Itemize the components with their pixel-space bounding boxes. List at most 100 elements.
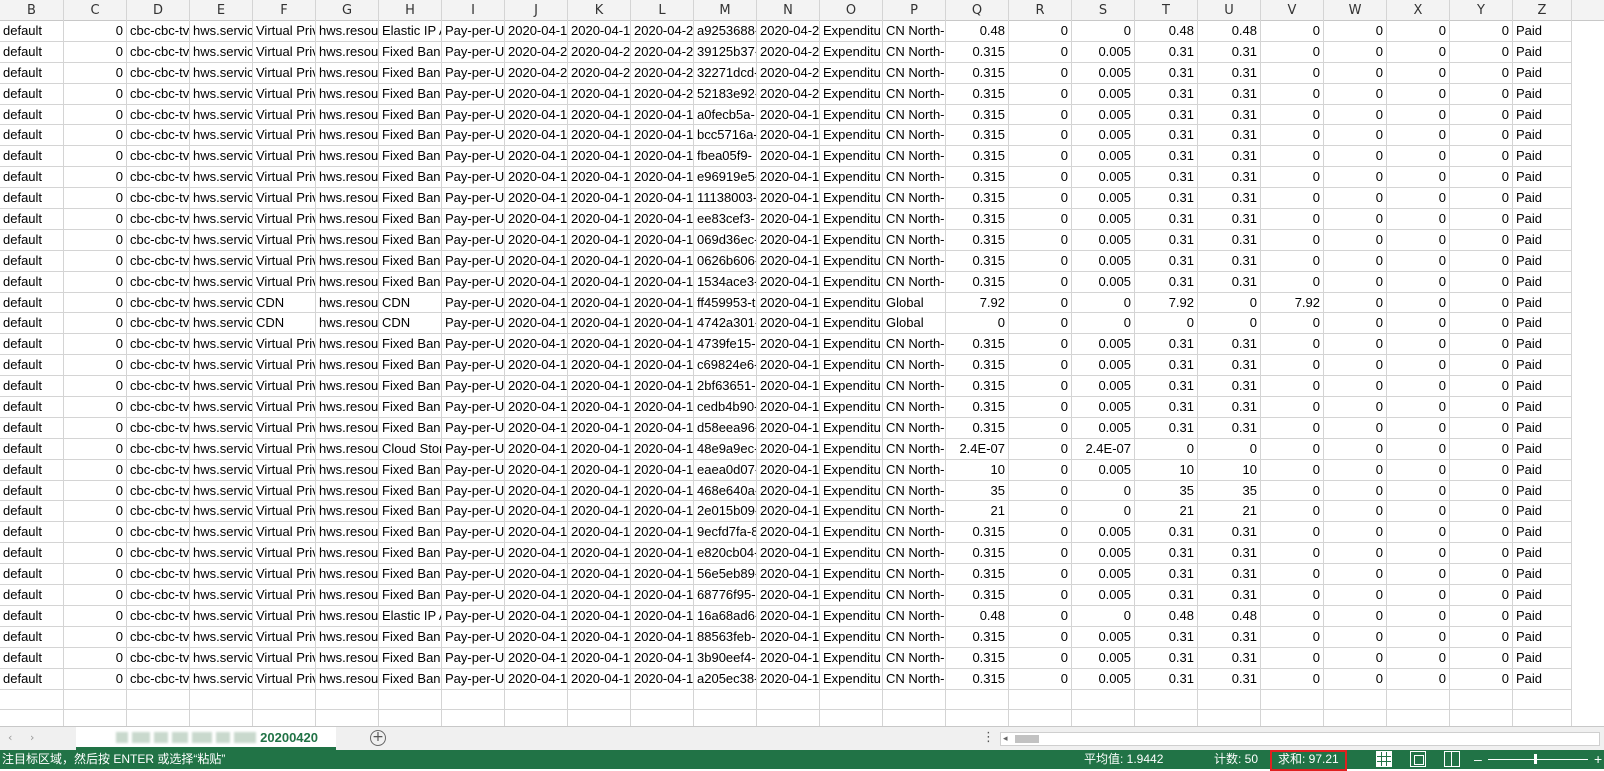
cell[interactable]: hws.servic: [190, 522, 253, 544]
cell[interactable]: [883, 689, 946, 711]
cell[interactable]: 2020-04-1!: [757, 522, 820, 544]
cell[interactable]: 0.31: [1198, 146, 1261, 168]
cell[interactable]: CDN: [379, 292, 442, 314]
cell[interactable]: 0: [1009, 313, 1072, 335]
cell[interactable]: 2020-04-1!: [631, 585, 694, 606]
cell[interactable]: 0.31: [1198, 334, 1261, 356]
cell[interactable]: [694, 689, 757, 711]
cell[interactable]: 0: [1261, 417, 1324, 439]
cell[interactable]: 0.31: [1135, 209, 1198, 230]
cell[interactable]: 7.92: [1261, 292, 1324, 314]
cell[interactable]: 069d36ec-: [694, 229, 757, 251]
cell[interactable]: 0: [1261, 438, 1324, 460]
cell[interactable]: Virtual Priv: [253, 626, 316, 648]
cell[interactable]: a0fecb5a-: [694, 104, 757, 126]
cell[interactable]: Pay-per-U: [442, 167, 505, 189]
cell[interactable]: [505, 689, 568, 711]
cell[interactable]: 0: [1324, 271, 1387, 293]
column-header-s[interactable]: S: [1072, 0, 1135, 21]
cell[interactable]: default: [0, 125, 64, 147]
cell[interactable]: e820cb04-: [694, 543, 757, 565]
cell[interactable]: [1135, 710, 1198, 726]
cell[interactable]: 0.31: [1198, 564, 1261, 586]
cell[interactable]: hws.resou: [316, 83, 379, 105]
cell[interactable]: 2020-04-1!: [631, 104, 694, 126]
cell[interactable]: 0: [1450, 355, 1513, 377]
cell[interactable]: 0: [1324, 209, 1387, 230]
cell[interactable]: 0.315: [946, 167, 1009, 189]
cell[interactable]: Virtual Priv: [253, 167, 316, 189]
cell[interactable]: 2020-04-1!: [505, 313, 568, 335]
cell[interactable]: cbc-cbc-tv: [127, 647, 190, 669]
cell[interactable]: Pay-per-U: [442, 271, 505, 293]
cell[interactable]: 0: [1009, 564, 1072, 586]
cell[interactable]: 2020-04-1!: [568, 647, 631, 669]
cell[interactable]: 0.005: [1072, 585, 1135, 606]
cell[interactable]: Paid: [1513, 668, 1572, 690]
cell[interactable]: 0: [1261, 21, 1324, 42]
cell[interactable]: 0.31: [1198, 271, 1261, 293]
column-header-n[interactable]: N: [757, 0, 820, 21]
cell[interactable]: 2020-04-1!: [757, 647, 820, 669]
cell[interactable]: hws.servic: [190, 334, 253, 356]
cell[interactable]: hws.servic: [190, 417, 253, 439]
cell[interactable]: 0.005: [1072, 355, 1135, 377]
cell[interactable]: 0: [1387, 104, 1450, 126]
cell[interactable]: Pay-per-U: [442, 188, 505, 210]
cell[interactable]: 0: [1261, 480, 1324, 502]
cell[interactable]: Virtual Priv: [253, 647, 316, 669]
cell[interactable]: CN North-: [883, 62, 946, 84]
cell[interactable]: 0: [1324, 355, 1387, 377]
cell[interactable]: 0.31: [1198, 585, 1261, 606]
cell[interactable]: 0: [1450, 501, 1513, 523]
cell[interactable]: [1072, 710, 1135, 726]
cell[interactable]: [253, 710, 316, 726]
cell[interactable]: Expenditu: [820, 668, 883, 690]
cell[interactable]: 0.31: [1198, 250, 1261, 272]
cell[interactable]: 0.315: [946, 585, 1009, 606]
cell[interactable]: 0: [1009, 647, 1072, 669]
cell[interactable]: 2020-04-1!: [757, 271, 820, 293]
cell[interactable]: 88563feb-: [694, 626, 757, 648]
cell[interactable]: 0: [64, 313, 127, 335]
cell[interactable]: 2020-04-1!: [505, 438, 568, 460]
cell[interactable]: Virtual Priv: [253, 271, 316, 293]
cell[interactable]: CN North-: [883, 543, 946, 565]
cell[interactable]: Paid: [1513, 146, 1572, 168]
cell[interactable]: 0.31: [1198, 188, 1261, 210]
cell[interactable]: 2020-04-1!: [631, 397, 694, 418]
cell[interactable]: Expenditu: [820, 104, 883, 126]
cell[interactable]: 0: [1450, 397, 1513, 418]
cell[interactable]: Pay-per-U: [442, 522, 505, 544]
cell[interactable]: 2020-04-1!: [757, 668, 820, 690]
cell[interactable]: [127, 710, 190, 726]
cell[interactable]: a205ec38-: [694, 668, 757, 690]
cell[interactable]: CN North-: [883, 585, 946, 606]
cell[interactable]: a9253688-: [694, 21, 757, 42]
cell[interactable]: 2020-04-1!: [505, 564, 568, 586]
cell[interactable]: Expenditu: [820, 480, 883, 502]
cell[interactable]: Fixed Ban: [379, 41, 442, 63]
cell[interactable]: 2e015b09-: [694, 501, 757, 523]
cell[interactable]: [1135, 689, 1198, 711]
cell[interactable]: Paid: [1513, 62, 1572, 84]
cell[interactable]: CN North-: [883, 438, 946, 460]
cell[interactable]: hws.resou: [316, 209, 379, 230]
cell[interactable]: default: [0, 397, 64, 418]
cell[interactable]: 2020-04-1!: [757, 564, 820, 586]
cell[interactable]: 0: [1450, 626, 1513, 648]
cell[interactable]: hws.servic: [190, 668, 253, 690]
cell[interactable]: 2020-04-1!: [631, 480, 694, 502]
cell[interactable]: 0.005: [1072, 188, 1135, 210]
cell[interactable]: 2020-04-1!: [631, 376, 694, 398]
cell[interactable]: Virtual Priv: [253, 355, 316, 377]
cell[interactable]: 0: [1324, 585, 1387, 606]
cell[interactable]: 0: [64, 271, 127, 293]
cell[interactable]: 0.315: [946, 209, 1009, 230]
cell[interactable]: 0: [1261, 605, 1324, 627]
cell[interactable]: Expenditu: [820, 605, 883, 627]
cell[interactable]: cbc-cbc-tv: [127, 459, 190, 481]
cell[interactable]: 10: [1135, 459, 1198, 481]
cell[interactable]: 0.005: [1072, 125, 1135, 147]
cell[interactable]: 0: [1261, 313, 1324, 335]
